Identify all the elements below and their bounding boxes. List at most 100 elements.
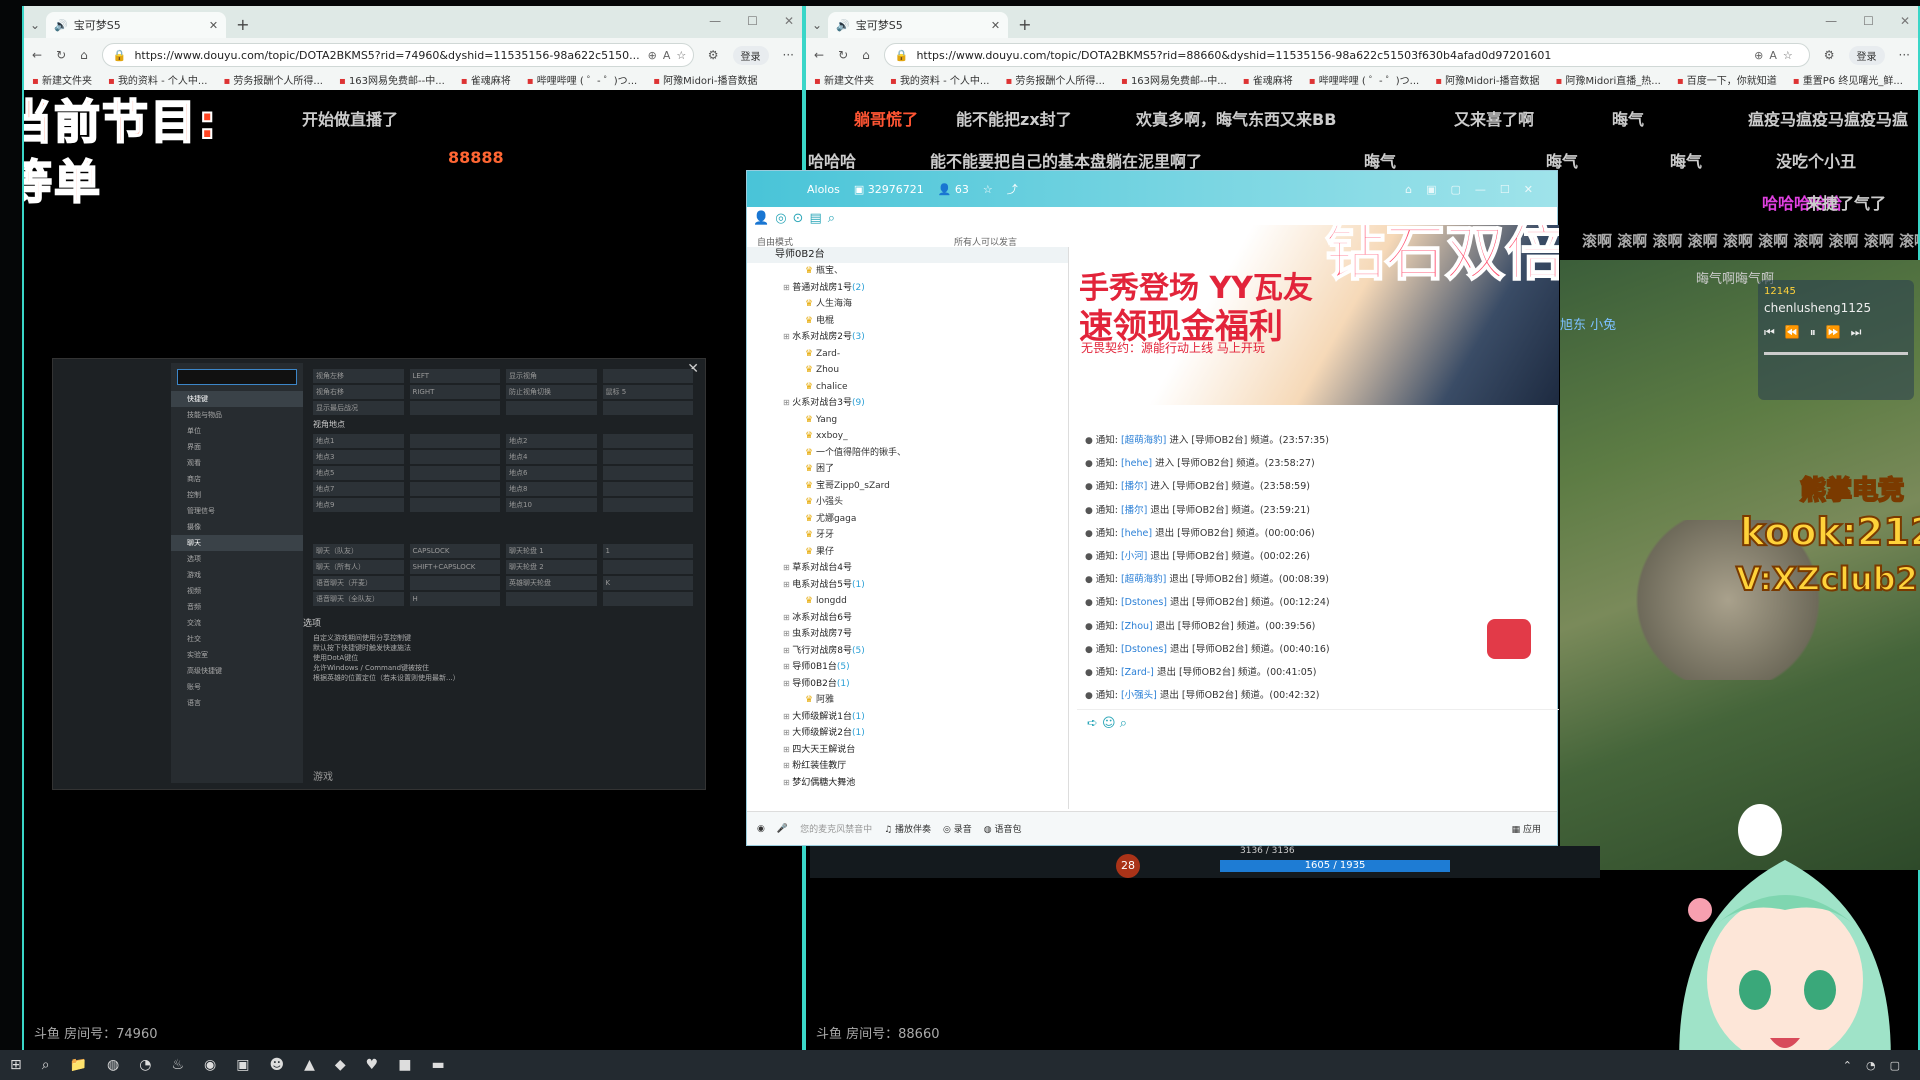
new-tab-icon[interactable]: + [236,15,249,34]
log-user[interactable]: [小河] [1121,551,1147,562]
channel-item[interactable]: 导师0B1台(5) [747,659,1068,676]
network-icon[interactable]: ◔ [1866,1059,1876,1072]
chat-icon[interactable]: ◎ [775,211,786,226]
voice-pack-button[interactable]: ◍ 语音包 [984,822,1022,835]
log-user[interactable]: [播尔] [1121,505,1147,516]
channel-user[interactable]: xxboy_ [747,428,1068,445]
promo-banner[interactable]: 钻石双倍 手秀登场 YY瓦友 速领现金福利 无畏契约：源能行动上线 马上开玩 [1077,225,1559,405]
edge-icon[interactable]: ◔ [139,1057,151,1073]
bookmark-item[interactable]: 哔哩哔哩 ( ゜- ゜)つ... [527,72,637,90]
back-icon[interactable]: ← [32,48,42,62]
channel-item[interactable]: 普通对战房1号(2) [747,280,1068,297]
record-button[interactable]: ◎ 录音 [943,822,972,835]
location-icon[interactable]: ⊙ [793,211,804,226]
minimize-icon[interactable]: — [1825,14,1837,28]
settings-nav-item[interactable]: 界面 [171,439,303,455]
bookmark-item[interactable]: 劳务报酬个人所得... [223,72,323,90]
settings-nav-item[interactable]: 社交 [171,631,303,647]
channel-user[interactable]: chalice [747,379,1068,396]
bookmark-item[interactable]: 163网易免费邮--中... [339,72,445,90]
channel-item[interactable]: 飞行对战房8号(5) [747,643,1068,660]
channel-item[interactable]: 虫系对战房7号 [747,626,1068,643]
search-icon[interactable]: ⌕ [828,211,835,226]
dota-icon[interactable]: ■ [398,1057,411,1073]
more-icon[interactable]: ··· [1899,48,1910,62]
avatar[interactable]: ◉ [757,824,765,834]
settings-nav-item[interactable]: 账号 [171,679,303,695]
chevron-up-icon[interactable]: ⌃ [1843,1059,1852,1072]
browser-icon[interactable]: ◍ [107,1057,119,1073]
keybind-key[interactable] [409,482,500,496]
browser-tab[interactable]: 🔊 宝可梦S5 ✕ [46,12,227,38]
log-user[interactable]: [Zhou] [1121,621,1153,632]
channel-item[interactable]: 电系对战台5号(1) [747,577,1068,594]
channel-user[interactable]: Zard- [747,346,1068,363]
channel-user[interactable]: 困了 [747,461,1068,478]
netease-icon[interactable]: ◉ [204,1057,216,1073]
root-channel[interactable]: 导师0B2台 [747,247,1068,263]
channel-user[interactable]: 一个值得陪伴的锹手、 [747,445,1068,462]
keybind-key[interactable] [602,369,693,383]
channel-user[interactable]: 瓶宝、 [747,263,1068,280]
channel-item[interactable]: 大师级解说2台(1) [747,725,1068,742]
settings-nav-item[interactable]: 实验室 [171,647,303,663]
channel-item[interactable]: 导师0B2台(1) [747,676,1068,693]
browser-tab[interactable]: 🔊 宝可梦S5 ✕ [828,12,1009,38]
music-button[interactable]: ♫ 播放伴奏 [884,822,931,835]
keybind-key[interactable]: 鼠标 5 [602,385,693,399]
channel-item[interactable]: 冰系对战台6号 [747,610,1068,627]
channel-user[interactable]: 电棍 [747,313,1068,330]
keybind-key[interactable] [602,401,693,415]
keybind-key[interactable] [602,482,693,496]
settings-footer-tab[interactable]: 游戏 [313,768,333,783]
channel-user[interactable]: 果仔 [747,544,1068,561]
bookmark-item[interactable]: 阿豫Midori-播音数据 [1435,72,1539,90]
channel-item[interactable]: 粉红装佳教厅 [747,758,1068,775]
media-controls-icon[interactable]: ⏮⏪⏸⏩⏭ [1764,325,1908,340]
user-icon[interactable]: 👤 [753,211,769,226]
close-icon[interactable]: ✕ [1900,14,1910,28]
explorer-icon[interactable]: 📁 [70,1057,87,1073]
channel-user[interactable]: 小强头 [747,494,1068,511]
channel-item[interactable]: 火系对战台3号(9) [747,395,1068,412]
keybind-key[interactable] [409,401,500,415]
bookmark-item[interactable]: 重置P6 终见曙光_鲜... [1793,72,1903,90]
message-input[interactable]: ➪ ☺ ⌕ [1077,709,1559,809]
channel-item[interactable]: 水系对战房2号(3) [747,329,1068,346]
bookmark-item[interactable]: 163网易免费邮--中... [1121,72,1227,90]
tab-list-icon[interactable]: ⌄ [812,18,822,32]
keybind-key[interactable]: RIGHT [409,385,500,399]
keybind-key[interactable] [602,450,693,464]
option-checkbox[interactable]: 根据英雄的位置定位（若未设置则使用最新...） [313,673,693,683]
option-checkbox[interactable]: 使用DotA键位 [313,653,693,663]
new-tab-icon[interactable]: + [1018,15,1031,34]
minimize-icon[interactable]: — [709,14,721,28]
channel-user[interactable]: 人生海海 [747,296,1068,313]
log-user[interactable]: [超萌海豹] [1121,574,1166,585]
home-icon[interactable]: ⌂ [862,48,870,62]
log-user[interactable]: [hehe] [1121,458,1152,469]
tab-list-icon[interactable]: ⌄ [30,18,40,32]
channel-item[interactable]: 草系对战台4号 [747,560,1068,577]
keybind-key[interactable] [602,466,693,480]
app-icon[interactable]: ◆ [335,1057,346,1073]
log-user[interactable]: [Dstones] [1121,644,1167,655]
channel-user[interactable]: 牙牙 [747,527,1068,544]
keybind-key[interactable] [409,576,500,590]
settings-nav-item[interactable]: 高级快捷键 [171,663,303,679]
keybind-key[interactable]: H [409,592,500,606]
keybind-key[interactable] [602,498,693,512]
channel-user[interactable]: longdd [747,593,1068,610]
option-checkbox[interactable]: 允许Windows / Command键被按住 [313,663,693,673]
extensions-icon[interactable]: ⚙ [1824,48,1835,62]
channel-item[interactable]: 梦幻偶糖大舞池 [747,775,1068,792]
settings-nav-item[interactable]: 语言 [171,695,303,711]
settings-search-input[interactable] [177,369,297,385]
log-user[interactable]: [小强头] [1121,690,1157,701]
channel-owner[interactable]: Alolos [807,183,840,196]
bookmark-item[interactable]: 哔哩哔哩 ( ゜- ゜)つ... [1309,72,1419,90]
settings-nav-item[interactable]: 音频 [171,599,303,615]
maximize-icon[interactable]: ☐ [1863,14,1874,28]
bookmark-item[interactable]: 阿豫Midori直播_热... [1556,72,1661,90]
bookmark-item[interactable]: 阿豫Midori-播音数据 [653,72,757,90]
